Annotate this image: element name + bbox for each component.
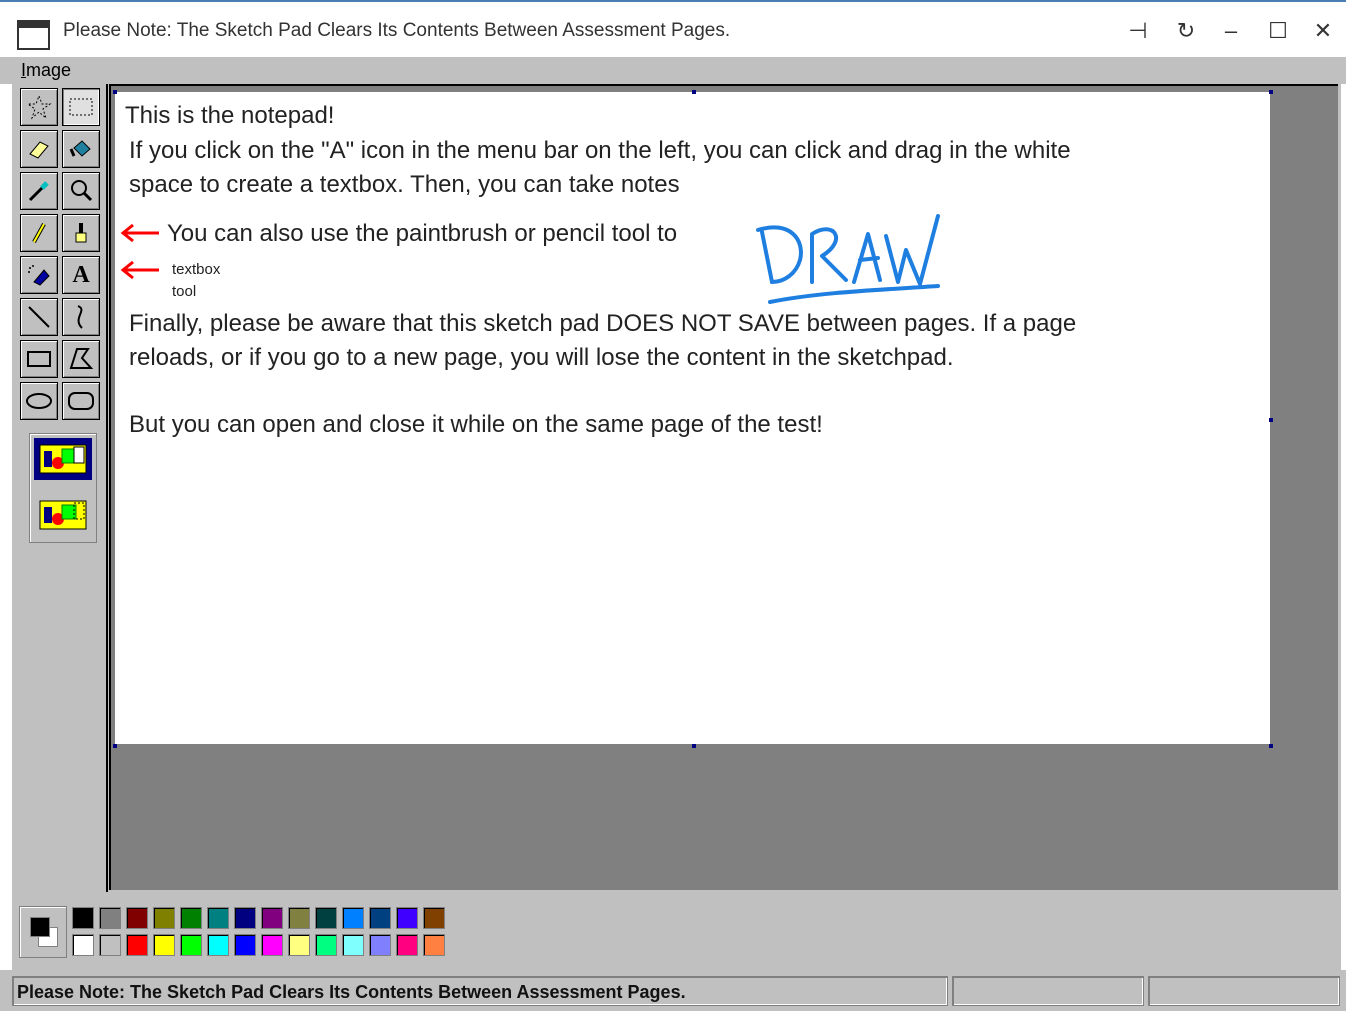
color-swatch[interactable] (99, 907, 121, 929)
eraser-icon[interactable] (20, 130, 58, 168)
opaque-option-icon[interactable] (34, 438, 92, 480)
rounded-rect-icon[interactable] (62, 382, 100, 420)
status-pane-size (1148, 976, 1340, 1006)
title-bar: Please Note: The Sketch Pad Clears Its C… (0, 0, 1346, 57)
paintbrush-icon[interactable] (62, 214, 100, 252)
notepad-title: This is the notepad! (125, 102, 335, 129)
window-title: Please Note: The Sketch Pad Clears Its C… (63, 20, 731, 41)
resize-handle[interactable] (692, 90, 696, 94)
drawing-canvas[interactable]: This is the notepad! If you click on the… (115, 92, 1270, 744)
rect-select-icon[interactable] (62, 88, 100, 126)
resize-handle[interactable] (692, 744, 696, 748)
pin-icon[interactable]: ⊣ (1120, 16, 1156, 46)
color-swatch[interactable] (369, 934, 391, 956)
resize-handle[interactable] (113, 90, 117, 94)
color-swatch[interactable] (288, 934, 310, 956)
transparent-option-icon[interactable] (34, 494, 92, 536)
menu-bar: Image (0, 57, 1346, 84)
resize-handle[interactable] (1269, 418, 1273, 422)
color-swatch[interactable] (153, 934, 175, 956)
color-swatch[interactable] (180, 934, 202, 956)
polygon-icon[interactable] (62, 340, 100, 378)
tool-options (29, 433, 97, 543)
color-swatch[interactable] (261, 907, 283, 929)
magnifier-icon[interactable] (62, 172, 100, 210)
text-tool-icon[interactable]: A (62, 256, 100, 294)
app-window-icon (17, 20, 50, 50)
color-swatch[interactable] (126, 934, 148, 956)
note-line: Finally, please be aware that this sketc… (129, 310, 1077, 337)
airbrush-icon[interactable] (20, 256, 58, 294)
maximize-button[interactable]: ☐ (1260, 16, 1296, 46)
color-swatch[interactable] (207, 934, 229, 956)
minimize-button[interactable]: – (1213, 16, 1249, 46)
color-swatch[interactable] (126, 907, 148, 929)
current-colors (19, 906, 67, 958)
resize-handle[interactable] (1269, 90, 1273, 94)
curve-icon[interactable] (62, 298, 100, 336)
color-swatch[interactable] (423, 934, 445, 956)
paint-bucket-icon[interactable] (62, 130, 100, 168)
color-swatch[interactable] (72, 934, 94, 956)
color-swatch[interactable] (396, 934, 418, 956)
color-swatch[interactable] (315, 907, 337, 929)
rectangle-icon[interactable] (20, 340, 58, 378)
color-swatch[interactable] (288, 907, 310, 929)
color-swatch[interactable] (342, 934, 364, 956)
note-line: You can also use the paintbrush or penci… (167, 220, 678, 247)
color-swatch[interactable] (99, 934, 121, 956)
color-swatch[interactable] (369, 907, 391, 929)
status-pane-position (952, 976, 1144, 1006)
color-swatch[interactable] (396, 907, 418, 929)
red-arrow-icon (120, 223, 159, 243)
handwritten-draw (756, 214, 940, 304)
color-swatch[interactable] (234, 907, 256, 929)
color-swatch[interactable] (207, 907, 229, 929)
eyedropper-icon[interactable] (20, 172, 58, 210)
menu-image[interactable]: Image (21, 60, 71, 81)
color-swatch[interactable] (72, 907, 94, 929)
status-bar: Please Note: The Sketch Pad Clears Its C… (0, 970, 1346, 1011)
menu-image-label: mage (26, 60, 72, 80)
free-select-icon[interactable] (20, 88, 58, 126)
color-swatch[interactable] (315, 934, 337, 956)
note-line: reloads, or if you go to a new page, you… (129, 344, 954, 371)
note-line: But you can open and close it while on t… (129, 411, 823, 438)
color-swatch[interactable] (261, 934, 283, 956)
resize-handle[interactable] (1269, 744, 1273, 748)
note-line: space to create a textbox. Then, you can… (129, 171, 680, 198)
red-arrow-icon (120, 260, 159, 280)
resize-handle[interactable] (113, 744, 117, 748)
pencil-icon[interactable] (20, 214, 58, 252)
textbox-label: textbox (172, 261, 221, 278)
color-swatch[interactable] (180, 907, 202, 929)
line-icon[interactable] (20, 298, 58, 336)
foreground-color (30, 917, 50, 937)
close-button[interactable]: ✕ (1305, 16, 1341, 46)
textbox-label: tool (172, 283, 197, 300)
note-line: If you click on the "A" icon in the menu… (129, 137, 1071, 164)
color-palette-bar (12, 892, 1341, 970)
ellipse-icon[interactable] (20, 382, 58, 420)
status-message: Please Note: The Sketch Pad Clears Its C… (12, 976, 948, 1006)
color-swatch[interactable] (234, 934, 256, 956)
color-swatch[interactable] (153, 907, 175, 929)
refresh-icon[interactable]: ↻ (1168, 16, 1204, 46)
color-swatch[interactable] (423, 907, 445, 929)
color-swatch[interactable] (342, 907, 364, 929)
